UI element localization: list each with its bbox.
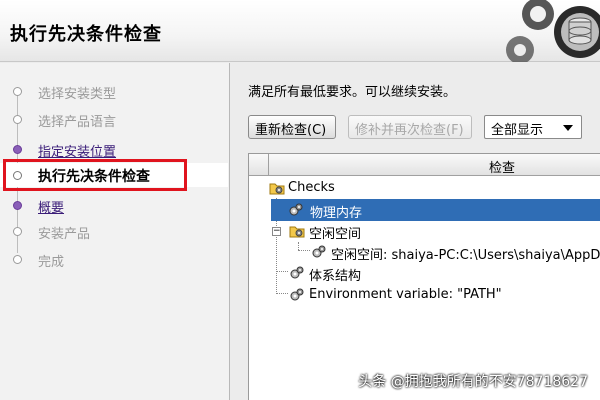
gear-icon (312, 245, 326, 258)
show-filter-select[interactable]: 全部显示 (484, 115, 582, 139)
tree-row-checks[interactable]: Checks (249, 177, 600, 199)
gear-icon (290, 266, 304, 279)
step-done-icon (13, 145, 22, 154)
gear-banner-icon (500, 0, 600, 62)
step-label: 选择产品语言 (38, 115, 117, 130)
current-step-highlight-box (3, 159, 187, 191)
tree-row-free-space-detail[interactable]: 空闲空间: shaiya-PC:C:\Users\shaiya\AppD (249, 241, 600, 263)
step-label: 安装产品 (38, 227, 91, 242)
status-message: 满足所有最低要求。可以继续安装。 (248, 85, 457, 100)
show-filter-value: 全部显示 (491, 123, 544, 138)
watermark-text: 头条 @拥抱我所有的不安78718627 (358, 374, 588, 390)
table-header-spacer (249, 154, 269, 175)
table-header: 检查 (249, 154, 600, 176)
step-finish: 完成 (0, 247, 228, 271)
step-summary[interactable]: 概要 (0, 193, 228, 217)
step-pending-icon (13, 227, 22, 236)
chevron-down-icon (563, 125, 573, 131)
column-header-check[interactable]: 检查 (489, 157, 515, 176)
page-title: 执行先决条件检查 (10, 24, 162, 45)
fix-and-recheck-button[interactable]: 修补并再次检查(F) (348, 115, 472, 139)
step-pending-icon (13, 255, 22, 264)
tree-row-label: Checks (288, 180, 335, 195)
tree-row-label: 空闲空间: shaiya-PC:C:\Users\shaiya\AppD (331, 248, 600, 263)
tree-row-label: 空闲空间 (309, 227, 362, 242)
step-pending-icon (13, 87, 22, 96)
step-install-product: 安装产品 (0, 219, 228, 243)
gear-icon (289, 203, 303, 216)
tree-row-physical-memory[interactable]: 物理内存 (271, 199, 600, 221)
folder-gear-icon (289, 226, 305, 238)
folder-gear-icon (269, 183, 285, 195)
step-done-icon (13, 201, 22, 210)
tree-row-label: Environment variable: "PATH" (309, 287, 502, 302)
tree-row-env-path[interactable]: Environment variable: "PATH" (249, 284, 600, 306)
step-product-language: 选择产品语言 (0, 107, 228, 131)
checks-table: 检查 Checks 物理内存 − 空闲空间 空闲空间: shaiya-PC:C:… (248, 153, 600, 400)
tree-row-label: 体系结构 (309, 269, 362, 284)
collapse-toggle-icon[interactable]: − (272, 227, 281, 236)
step-label[interactable]: 概要 (38, 197, 64, 216)
header-banner: 执行先决条件检查 (0, 0, 600, 62)
step-label[interactable]: 指定安装位置 (38, 141, 116, 160)
tree-row-free-space[interactable]: − 空闲空间 (249, 220, 600, 242)
step-install-location[interactable]: 指定安装位置 (0, 137, 228, 161)
main-panel: 满足所有最低要求。可以继续安装。 重新检查(C) 修补并再次检查(F) 全部显示… (231, 63, 600, 400)
gear-icon (290, 288, 304, 301)
tree-row-architecture[interactable]: 体系结构 (249, 262, 600, 284)
step-label: 选择安装类型 (38, 87, 117, 102)
step-label: 完成 (38, 255, 65, 270)
steps-sidebar: 选择安装类型 选择产品语言 指定安装位置 执行先决条件检查 概要 安装产品 完成 (0, 63, 230, 400)
step-install-type: 选择安装类型 (0, 79, 228, 103)
recheck-button[interactable]: 重新检查(C) (248, 115, 336, 139)
step-pending-icon (13, 115, 22, 124)
tree-row-label: 物理内存 (310, 206, 363, 221)
